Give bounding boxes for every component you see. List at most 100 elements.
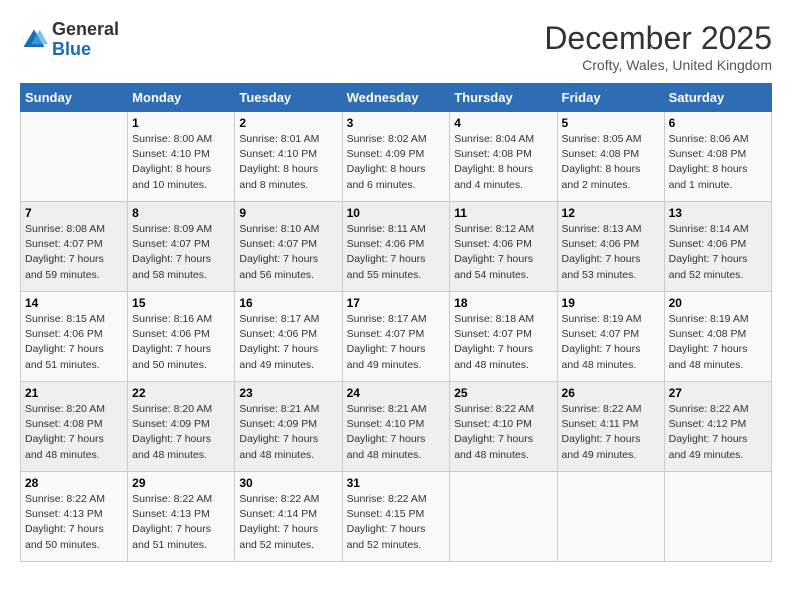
calendar-week-row: 7 Sunrise: 8:08 AM Sunset: 4:07 PM Daylig… [21, 202, 772, 292]
day-info: Sunrise: 8:22 AM Sunset: 4:13 PM Dayligh… [25, 492, 123, 553]
title-block: December 2025 Crofty, Wales, United King… [544, 20, 772, 73]
day-number: 23 [239, 386, 337, 400]
day-info: Sunrise: 8:08 AM Sunset: 4:07 PM Dayligh… [25, 222, 123, 283]
day-info: Sunrise: 8:19 AM Sunset: 4:07 PM Dayligh… [562, 312, 660, 373]
calendar-cell: 5Sunrise: 8:05 AM Sunset: 4:08 PM Daylig… [557, 112, 664, 202]
calendar-cell [557, 472, 664, 562]
logo-icon [20, 26, 48, 54]
calendar-table: SundayMondayTuesdayWednesdayThursdayFrid… [20, 83, 772, 562]
day-number: 4 [454, 116, 552, 130]
calendar-cell [664, 472, 771, 562]
page-header: General Blue December 2025 Crofty, Wales… [20, 20, 772, 73]
day-number: 5 [562, 116, 660, 130]
day-number: 11 [454, 206, 552, 220]
day-info: Sunrise: 8:06 AM Sunset: 4:08 PM Dayligh… [669, 132, 767, 193]
day-info: Sunrise: 8:04 AM Sunset: 4:08 PM Dayligh… [454, 132, 552, 193]
calendar-cell: 18 Sunrise: 8:18 AM Sunset: 4:07 PM Dayli… [450, 292, 557, 382]
day-number: 19 [562, 296, 660, 310]
day-number: 8 [132, 206, 230, 220]
calendar-cell: 24 Sunrise: 8:21 AM Sunset: 4:10 PM Dayli… [342, 382, 450, 472]
day-number: 22 [132, 386, 230, 400]
day-number: 28 [25, 476, 123, 490]
location-text: Crofty, Wales, United Kingdom [544, 57, 772, 73]
day-number: 16 [239, 296, 337, 310]
day-info: Sunrise: 8:13 AM Sunset: 4:06 PM Dayligh… [562, 222, 660, 283]
day-number: 6 [669, 116, 767, 130]
calendar-cell: 10 Sunrise: 8:11 AM Sunset: 4:06 PM Dayli… [342, 202, 450, 292]
day-number: 26 [562, 386, 660, 400]
day-info: Sunrise: 8:21 AM Sunset: 4:09 PM Dayligh… [239, 402, 337, 463]
calendar-cell: 30Sunrise: 8:22 AM Sunset: 4:14 PM Dayli… [235, 472, 342, 562]
calendar-cell: 15 Sunrise: 8:16 AM Sunset: 4:06 PM Dayli… [128, 292, 235, 382]
logo-blue-text: Blue [52, 39, 91, 59]
day-info: Sunrise: 8:18 AM Sunset: 4:07 PM Dayligh… [454, 312, 552, 373]
logo: General Blue [20, 20, 119, 60]
day-info: Sunrise: 8:22 AM Sunset: 4:15 PM Dayligh… [347, 492, 446, 553]
day-info: Sunrise: 8:15 AM Sunset: 4:06 PM Dayligh… [25, 312, 123, 373]
weekday-header-tuesday: Tuesday [235, 84, 342, 112]
day-info: Sunrise: 8:16 AM Sunset: 4:06 PM Dayligh… [132, 312, 230, 373]
calendar-cell: 4 Sunrise: 8:04 AM Sunset: 4:08 PM Daylig… [450, 112, 557, 202]
day-number: 9 [239, 206, 337, 220]
day-number: 2 [239, 116, 337, 130]
day-info: Sunrise: 8:22 AM Sunset: 4:11 PM Dayligh… [562, 402, 660, 463]
day-number: 20 [669, 296, 767, 310]
day-number: 18 [454, 296, 552, 310]
day-info: Sunrise: 8:17 AM Sunset: 4:07 PM Dayligh… [347, 312, 446, 373]
calendar-cell: 3Sunrise: 8:02 AM Sunset: 4:09 PM Daylig… [342, 112, 450, 202]
day-info: Sunrise: 8:01 AM Sunset: 4:10 PM Dayligh… [239, 132, 337, 193]
calendar-week-row: 1Sunrise: 8:00 AM Sunset: 4:10 PM Daylig… [21, 112, 772, 202]
day-number: 3 [347, 116, 446, 130]
calendar-cell: 2 Sunrise: 8:01 AM Sunset: 4:10 PM Daylig… [235, 112, 342, 202]
day-info: Sunrise: 8:20 AM Sunset: 4:08 PM Dayligh… [25, 402, 123, 463]
weekday-header-friday: Friday [557, 84, 664, 112]
calendar-cell: 25 Sunrise: 8:22 AM Sunset: 4:10 PM Dayli… [450, 382, 557, 472]
day-number: 31 [347, 476, 446, 490]
calendar-cell: 16Sunrise: 8:17 AM Sunset: 4:06 PM Dayli… [235, 292, 342, 382]
calendar-cell: 19 Sunrise: 8:19 AM Sunset: 4:07 PM Dayli… [557, 292, 664, 382]
day-number: 27 [669, 386, 767, 400]
calendar-cell: 20Sunrise: 8:19 AM Sunset: 4:08 PM Dayli… [664, 292, 771, 382]
day-number: 15 [132, 296, 230, 310]
day-info: Sunrise: 8:11 AM Sunset: 4:06 PM Dayligh… [347, 222, 446, 283]
day-number: 12 [562, 206, 660, 220]
day-info: Sunrise: 8:21 AM Sunset: 4:10 PM Dayligh… [347, 402, 446, 463]
day-number: 25 [454, 386, 552, 400]
day-number: 7 [25, 206, 123, 220]
calendar-cell: 11 Sunrise: 8:12 AM Sunset: 4:06 PM Dayli… [450, 202, 557, 292]
day-info: Sunrise: 8:00 AM Sunset: 4:10 PM Dayligh… [132, 132, 230, 193]
day-info: Sunrise: 8:20 AM Sunset: 4:09 PM Dayligh… [132, 402, 230, 463]
calendar-cell: 9 Sunrise: 8:10 AM Sunset: 4:07 PM Daylig… [235, 202, 342, 292]
day-info: Sunrise: 8:09 AM Sunset: 4:07 PM Dayligh… [132, 222, 230, 283]
day-info: Sunrise: 8:22 AM Sunset: 4:12 PM Dayligh… [669, 402, 767, 463]
month-title: December 2025 [544, 20, 772, 57]
weekday-header-saturday: Saturday [664, 84, 771, 112]
calendar-cell [21, 112, 128, 202]
calendar-cell: 21 Sunrise: 8:20 AM Sunset: 4:08 PM Dayli… [21, 382, 128, 472]
weekday-header-row: SundayMondayTuesdayWednesdayThursdayFrid… [21, 84, 772, 112]
weekday-header-sunday: Sunday [21, 84, 128, 112]
calendar-cell: 31 Sunrise: 8:22 AM Sunset: 4:15 PM Dayli… [342, 472, 450, 562]
calendar-cell: 8 Sunrise: 8:09 AM Sunset: 4:07 PM Daylig… [128, 202, 235, 292]
day-number: 24 [347, 386, 446, 400]
day-info: Sunrise: 8:22 AM Sunset: 4:10 PM Dayligh… [454, 402, 552, 463]
calendar-cell: 27 Sunrise: 8:22 AM Sunset: 4:12 PM Dayli… [664, 382, 771, 472]
day-number: 10 [347, 206, 446, 220]
calendar-cell: 13Sunrise: 8:14 AM Sunset: 4:06 PM Dayli… [664, 202, 771, 292]
day-number: 21 [25, 386, 123, 400]
calendar-week-row: 14 Sunrise: 8:15 AM Sunset: 4:06 PM Dayli… [21, 292, 772, 382]
weekday-header-monday: Monday [128, 84, 235, 112]
calendar-cell: 1Sunrise: 8:00 AM Sunset: 4:10 PM Daylig… [128, 112, 235, 202]
day-info: Sunrise: 8:14 AM Sunset: 4:06 PM Dayligh… [669, 222, 767, 283]
day-info: Sunrise: 8:10 AM Sunset: 4:07 PM Dayligh… [239, 222, 337, 283]
day-number: 14 [25, 296, 123, 310]
day-info: Sunrise: 8:22 AM Sunset: 4:13 PM Dayligh… [132, 492, 230, 553]
calendar-cell [450, 472, 557, 562]
calendar-cell: 7 Sunrise: 8:08 AM Sunset: 4:07 PM Daylig… [21, 202, 128, 292]
logo-general-text: General [52, 19, 119, 39]
day-number: 17 [347, 296, 446, 310]
calendar-cell: 23 Sunrise: 8:21 AM Sunset: 4:09 PM Dayli… [235, 382, 342, 472]
day-info: Sunrise: 8:12 AM Sunset: 4:06 PM Dayligh… [454, 222, 552, 283]
calendar-cell: 29Sunrise: 8:22 AM Sunset: 4:13 PM Dayli… [128, 472, 235, 562]
calendar-cell: 26 Sunrise: 8:22 AM Sunset: 4:11 PM Dayli… [557, 382, 664, 472]
